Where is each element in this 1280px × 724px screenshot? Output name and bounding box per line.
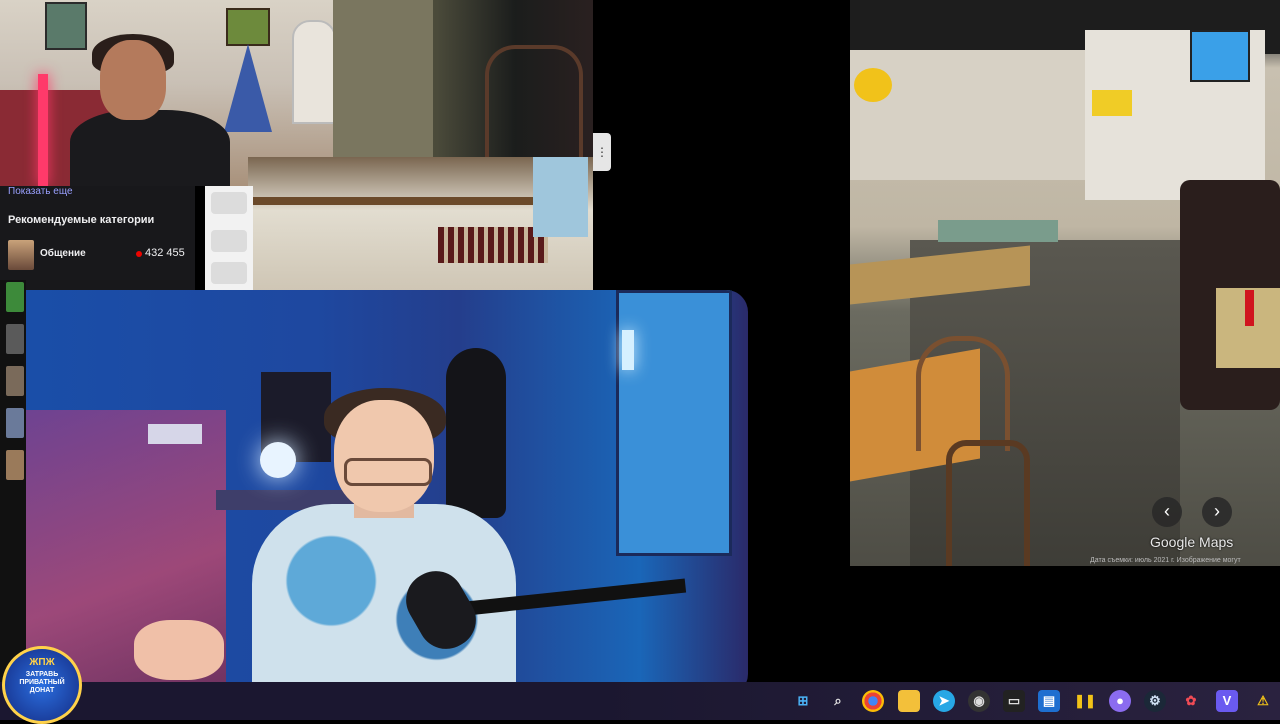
category-thumbnail xyxy=(8,240,34,270)
warning-icon[interactable]: ⚠ xyxy=(1252,690,1274,712)
recommended-categories-heading: Рекомендуемые категории xyxy=(8,214,155,226)
street-view-top-middle xyxy=(333,0,593,159)
table xyxy=(938,220,1058,242)
chair xyxy=(946,440,1030,566)
streamer-head xyxy=(100,40,166,120)
streamer-hand xyxy=(134,620,224,680)
maps-footer-text: Дата съемки: июль 2021 г. Изображение мо… xyxy=(1090,557,1241,564)
chrome-icon[interactable] xyxy=(862,690,884,712)
main-webcam-feed xyxy=(26,290,748,696)
search-icon[interactable]: ⌕ xyxy=(827,690,849,712)
discord-icon[interactable]: ● xyxy=(1109,690,1131,712)
christmas-tree xyxy=(224,44,272,132)
wall-picture xyxy=(45,2,87,50)
chat-chip[interactable] xyxy=(211,230,247,252)
collapse-tab-button[interactable]: ⋮ xyxy=(593,133,611,171)
ketchup-bottle xyxy=(1245,290,1254,326)
chat-chip[interactable] xyxy=(211,262,247,284)
streamer-face xyxy=(334,400,434,512)
wall-picture xyxy=(226,8,270,46)
ceiling-light xyxy=(622,330,634,370)
yellow-sign xyxy=(854,68,892,102)
channel-avatar[interactable] xyxy=(6,366,24,396)
show-more-link[interactable]: Показать еще xyxy=(8,186,73,197)
windows-icon[interactable]: ⊞ xyxy=(792,690,814,712)
steam-icon[interactable]: ⚙ xyxy=(1144,690,1166,712)
google-maps-attribution: Google Maps xyxy=(1150,534,1234,550)
badge-text: ЗАТРАВЬ ПРИВАТНЫЙ ДОНАТ xyxy=(19,671,65,694)
pause-icon[interactable]: ❚❚ xyxy=(1074,690,1096,712)
donation-badge: ЖПЖ ЗАТРАВЬ ПРИВАТНЫЙ ДОНАТ xyxy=(2,646,82,724)
category-item[interactable]: Общение 432 455 xyxy=(8,240,188,270)
tv-screen xyxy=(1190,30,1250,82)
window xyxy=(292,20,333,124)
live-dot-icon xyxy=(136,251,142,257)
channel-thumbnail-strip xyxy=(0,280,26,700)
vpn-icon[interactable]: V xyxy=(1216,690,1238,712)
channel-avatar[interactable] xyxy=(6,324,24,354)
chat-chip[interactable] xyxy=(211,192,247,214)
google-maps-street-view[interactable] xyxy=(850,0,1280,566)
chair xyxy=(485,45,583,159)
edge-icon[interactable]: ▤ xyxy=(1038,690,1060,712)
terminal-icon[interactable]: ▭ xyxy=(1003,690,1025,712)
streamer-shirt xyxy=(70,110,230,186)
orb-lamp xyxy=(260,442,296,478)
badge-top-text: ЖПЖ xyxy=(29,657,55,668)
decorated-wall xyxy=(850,50,1100,180)
chat-panel-strip xyxy=(205,186,253,290)
explorer-icon[interactable] xyxy=(898,690,920,712)
telegram-icon[interactable]: ➤ xyxy=(933,690,955,712)
screen xyxy=(533,157,588,237)
category-viewers: 432 455 xyxy=(145,247,185,259)
chevron-left-icon[interactable]: ‹ xyxy=(1152,497,1182,527)
stone-wall xyxy=(333,0,433,157)
glasses xyxy=(344,458,432,486)
chair xyxy=(916,336,1010,451)
red-light-saber xyxy=(38,74,48,186)
bar-scene xyxy=(248,157,593,290)
category-name: Общение xyxy=(40,248,86,259)
channel-avatar[interactable] xyxy=(6,450,24,480)
settings-icon[interactable]: ✿ xyxy=(1180,690,1202,712)
obs-icon[interactable]: ◉ xyxy=(968,690,990,712)
power-strip xyxy=(148,424,202,444)
shelf xyxy=(248,197,548,205)
sign xyxy=(1092,90,1132,116)
channel-avatar[interactable] xyxy=(6,408,24,438)
chevron-right-icon[interactable]: › xyxy=(1202,497,1232,527)
gaming-chair xyxy=(446,348,506,518)
bottles xyxy=(438,227,548,263)
channel-avatar[interactable] xyxy=(6,282,24,312)
